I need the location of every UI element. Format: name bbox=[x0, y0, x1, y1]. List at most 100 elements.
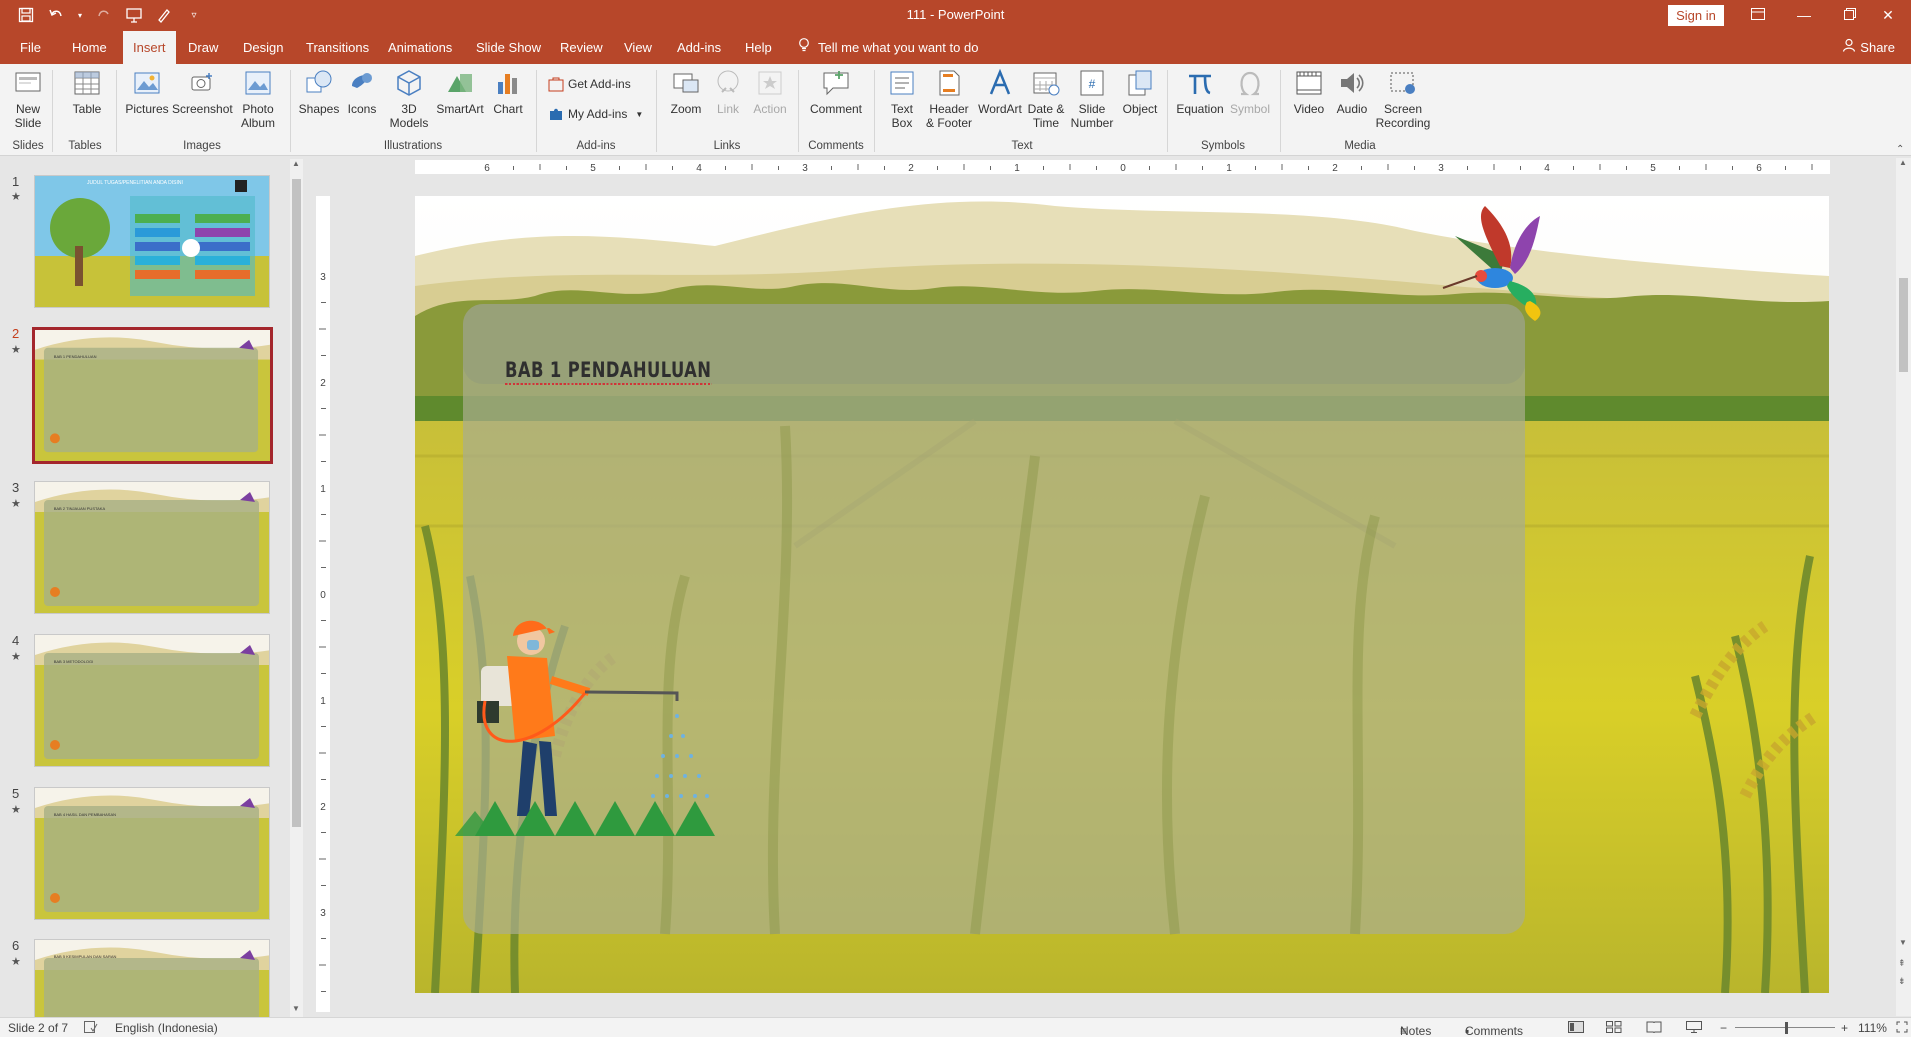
icons-button[interactable]: Icons bbox=[344, 68, 380, 116]
video-button[interactable]: Video bbox=[1288, 68, 1330, 116]
scroll-up-icon[interactable]: ▲ bbox=[1899, 158, 1907, 167]
chart-button[interactable]: Chart bbox=[488, 68, 528, 116]
screen-recording-button[interactable]: Screen Recording bbox=[1374, 68, 1432, 130]
video-icon bbox=[1296, 71, 1322, 95]
pictures-button[interactable]: Pictures bbox=[124, 68, 170, 116]
slide-number-button[interactable]: # Slide Number bbox=[1068, 68, 1116, 130]
shapes-label: Shapes bbox=[298, 102, 340, 116]
sign-in-button[interactable]: Sign in bbox=[1668, 5, 1724, 26]
tab-view[interactable]: View bbox=[614, 31, 662, 64]
tab-review[interactable]: Review bbox=[550, 31, 613, 64]
reading-view-icon[interactable] bbox=[1646, 1021, 1662, 1036]
slide-sorter-icon[interactable] bbox=[1606, 1021, 1622, 1036]
ruler-tick-label: 1 bbox=[320, 484, 326, 495]
wordart-button[interactable]: WordArt bbox=[976, 68, 1024, 116]
slide-thumbnail-2[interactable]: BAB 1 PENDAHULUAN bbox=[32, 327, 273, 464]
tab-insert[interactable]: Insert bbox=[123, 31, 176, 64]
slide-show-icon[interactable] bbox=[1686, 1021, 1702, 1036]
horizontal-ruler[interactable]: 6 5 4 3 2 1 0 1 2 3 4 5 6 bbox=[415, 160, 1830, 174]
slide-thumbnail-4[interactable]: BAB 3 METODOLOGI bbox=[34, 634, 270, 767]
ruler-tick-label: 6 bbox=[1756, 163, 1762, 174]
icons-label: Icons bbox=[347, 102, 377, 116]
scroll-down-icon[interactable]: ▼ bbox=[1899, 938, 1907, 947]
link-button[interactable]: Link bbox=[710, 68, 746, 116]
slide-thumbnail-6[interactable]: BAB 5 KESIMPULAN DAN SARAN bbox=[34, 939, 270, 1017]
slide-canvas[interactable]: BAB 1 PENDAHULUAN bbox=[415, 196, 1829, 993]
slide-thumbnail-1[interactable]: JUDUL TUGAS/PENELITIAN ANDA DISINI bbox=[34, 175, 270, 308]
fit-slide-icon[interactable] bbox=[1896, 1021, 1908, 1036]
get-add-ins-button[interactable]: Get Add-ins bbox=[548, 76, 631, 92]
zoom-slider-handle[interactable] bbox=[1785, 1022, 1788, 1034]
my-add-ins-button[interactable]: My Add-ins ▼ bbox=[548, 106, 643, 122]
vertical-ruler[interactable]: 3 2 1 0 1 2 3 bbox=[316, 196, 330, 1012]
spell-check-icon[interactable] bbox=[84, 1021, 98, 1036]
zoom-level[interactable]: 111% bbox=[1858, 1021, 1887, 1035]
audio-button[interactable]: Audio bbox=[1332, 68, 1372, 116]
slide-thumbnail-5[interactable]: BAB 4 HASIL DAN PEMBAHASAN bbox=[34, 787, 270, 920]
minimize-icon[interactable]: — bbox=[1781, 0, 1827, 31]
shapes-button[interactable]: Shapes bbox=[298, 68, 340, 116]
screenshot-label: Screenshot bbox=[172, 102, 233, 116]
share-label: Share bbox=[1860, 40, 1895, 55]
tab-transitions[interactable]: Transitions bbox=[296, 31, 379, 64]
thumbnail-background bbox=[35, 330, 270, 461]
symbol-button[interactable]: Symbol bbox=[1228, 68, 1272, 116]
share-button[interactable]: Share bbox=[1842, 31, 1895, 64]
link-label: Link bbox=[716, 102, 739, 116]
equation-button[interactable]: Equation bbox=[1174, 68, 1226, 116]
thumbnail-scrollbar[interactable]: ▲ ▼ bbox=[290, 159, 303, 1017]
collapse-ribbon-icon[interactable]: ⌃ bbox=[1896, 144, 1904, 155]
tab-design[interactable]: Design bbox=[233, 31, 293, 64]
editor-scrollbar[interactable]: ▲ ▼ ⇞ ⇟ bbox=[1896, 158, 1911, 1016]
slide-title[interactable]: BAB 1 PENDAHULUAN bbox=[505, 358, 711, 385]
object-button[interactable]: Object bbox=[1120, 68, 1160, 116]
scroll-down-icon[interactable]: ▼ bbox=[292, 1004, 300, 1013]
action-label: Action bbox=[753, 102, 787, 116]
svg-text:#: # bbox=[1089, 77, 1096, 91]
smartart-label: SmartArt bbox=[436, 102, 484, 116]
slide-number-icon: # bbox=[1080, 70, 1104, 96]
audio-label: Audio bbox=[1336, 102, 1368, 116]
scrollbar-thumb[interactable] bbox=[1899, 278, 1908, 372]
tab-animations[interactable]: Animations bbox=[378, 31, 462, 64]
language-indicator[interactable]: English (Indonesia) bbox=[115, 1021, 218, 1035]
zoom-button[interactable]: Zoom bbox=[664, 68, 708, 116]
group-divider bbox=[656, 70, 657, 152]
notes-label: Notes bbox=[1400, 1024, 1432, 1037]
next-slide-icon[interactable]: ⇟ bbox=[1898, 976, 1906, 987]
table-button[interactable]: Table bbox=[66, 68, 108, 116]
close-icon[interactable]: ✕ bbox=[1865, 0, 1911, 31]
tab-draw[interactable]: Draw bbox=[178, 31, 228, 64]
tab-home[interactable]: Home bbox=[62, 31, 117, 64]
new-slide-button[interactable]: New Slide bbox=[10, 68, 46, 130]
slide-thumbnail-3[interactable]: BAB 2 TINJAUAN PUSTAKA bbox=[34, 481, 270, 614]
action-button[interactable]: Action bbox=[750, 68, 790, 116]
zoom-in-icon[interactable]: + bbox=[1841, 1021, 1848, 1035]
normal-view-icon[interactable] bbox=[1568, 1021, 1584, 1036]
date-time-button[interactable]: Date & Time bbox=[1026, 68, 1066, 130]
transition-star-icon: ★ bbox=[11, 651, 21, 663]
ruler-tick-label: 1 bbox=[1226, 163, 1232, 174]
3d-models-button[interactable]: 3D Models bbox=[384, 68, 434, 130]
group-divider bbox=[798, 70, 799, 152]
scrollbar-thumb[interactable] bbox=[292, 179, 301, 827]
zoom-out-icon[interactable]: − bbox=[1720, 1021, 1727, 1035]
slide-thumbnail-pane: 1 ★ JUDUL TUGAS/PENELITIAN ANDA DISINI 2… bbox=[0, 157, 305, 1017]
scroll-up-icon[interactable]: ▲ bbox=[292, 159, 300, 168]
tell-me-search[interactable]: Tell me what you want to do bbox=[798, 31, 978, 64]
tab-help[interactable]: Help bbox=[735, 31, 782, 64]
tab-file[interactable]: File bbox=[10, 31, 51, 64]
photo-album-button[interactable]: Photo Album bbox=[236, 68, 280, 130]
ruler-tick-label: 5 bbox=[590, 163, 596, 174]
header-footer-button[interactable]: Header & Footer bbox=[924, 68, 974, 130]
tab-slide-show[interactable]: Slide Show bbox=[466, 31, 551, 64]
group-divider bbox=[1167, 70, 1168, 152]
smartart-button[interactable]: SmartArt bbox=[436, 68, 484, 116]
tab-add-ins[interactable]: Add-ins bbox=[667, 31, 731, 64]
previous-slide-icon[interactable]: ⇞ bbox=[1898, 958, 1906, 969]
comment-button[interactable]: Comment bbox=[806, 68, 866, 116]
text-box-button[interactable]: Text Box bbox=[884, 68, 920, 130]
ribbon-display-options-icon[interactable] bbox=[1735, 0, 1781, 31]
screenshot-button[interactable]: Screenshot bbox=[172, 68, 233, 116]
horizontal-ruler-ticks: 6 5 4 3 2 1 0 1 2 3 4 5 6 bbox=[415, 160, 1830, 174]
